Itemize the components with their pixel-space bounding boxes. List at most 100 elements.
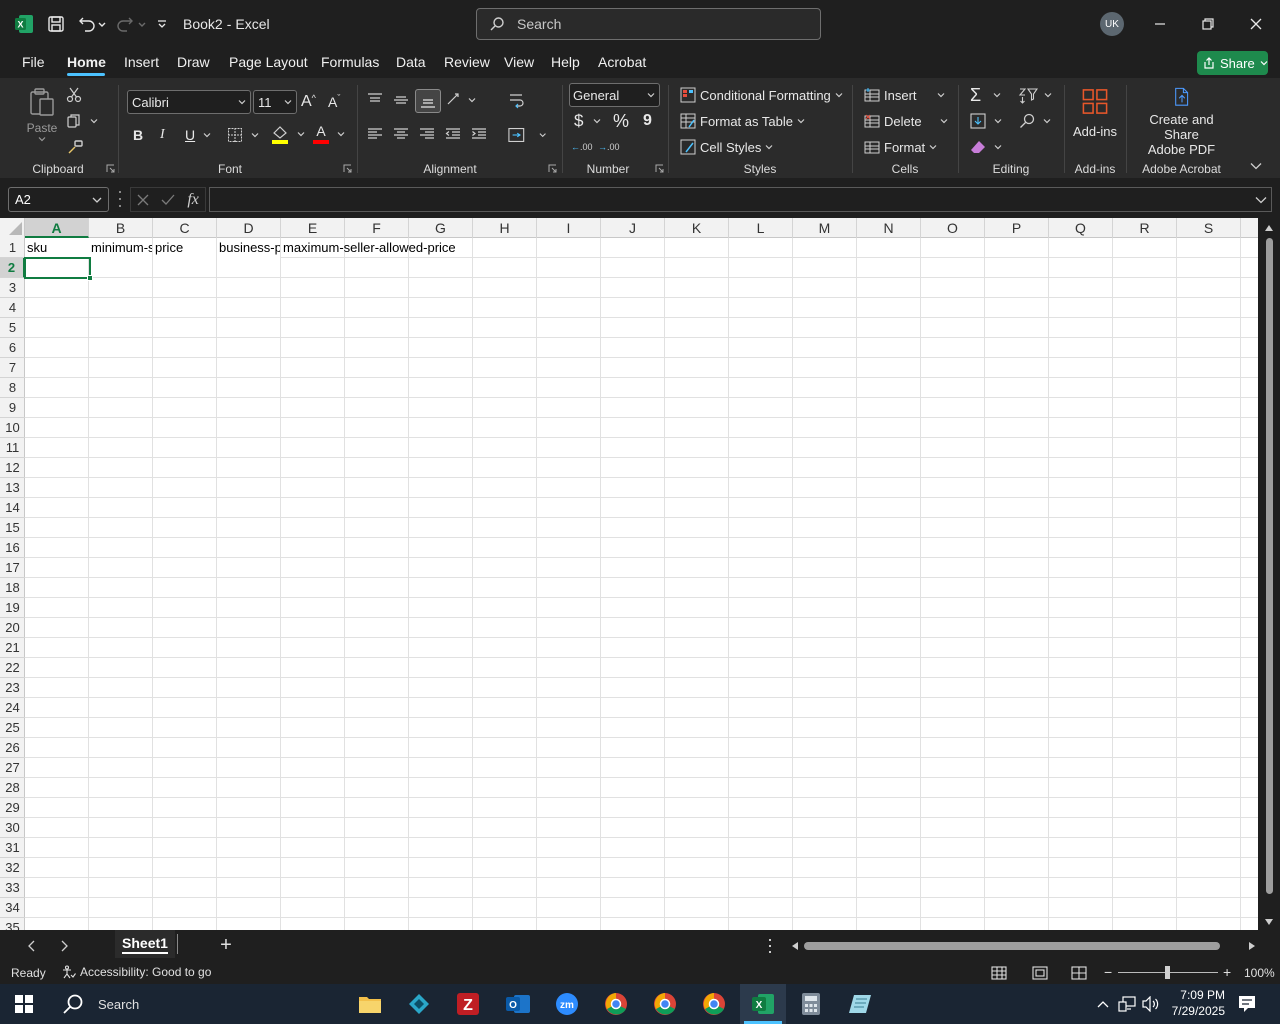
align-right-icon[interactable] bbox=[419, 125, 437, 143]
accessibility-status[interactable]: Accessibility: Good to go bbox=[62, 965, 211, 979]
menu-home[interactable]: Home bbox=[67, 54, 106, 70]
orientation-button[interactable] bbox=[446, 91, 476, 109]
italic-button[interactable]: I bbox=[160, 125, 176, 145]
row-header-27[interactable]: 27 bbox=[0, 758, 25, 778]
taskbar-search[interactable]: Search bbox=[50, 984, 350, 1024]
zoom-slider[interactable] bbox=[1118, 966, 1218, 979]
vertical-scrollbar[interactable] bbox=[1258, 218, 1280, 930]
merge-center-button[interactable] bbox=[508, 125, 546, 145]
column-header-j[interactable]: J bbox=[601, 218, 665, 238]
cell-styles-button[interactable]: Cell Styles bbox=[680, 137, 773, 157]
font-color-button[interactable]: A bbox=[313, 123, 347, 145]
redo-button[interactable] bbox=[114, 12, 148, 36]
increase-decimal-button[interactable]: ← .00 bbox=[571, 137, 593, 157]
align-top-icon[interactable] bbox=[367, 91, 385, 109]
row-header-33[interactable]: 33 bbox=[0, 878, 25, 898]
normal-view-icon[interactable] bbox=[991, 966, 1007, 980]
previous-sheet-icon[interactable] bbox=[27, 940, 37, 952]
row-header-25[interactable]: 25 bbox=[0, 718, 25, 738]
column-header-k[interactable]: K bbox=[665, 218, 729, 238]
clear-button[interactable] bbox=[970, 137, 1004, 157]
alignment-launcher-icon[interactable] bbox=[548, 163, 558, 173]
vertical-scroll-thumb[interactable] bbox=[1266, 238, 1273, 894]
add-sheet-button[interactable]: + bbox=[215, 933, 237, 957]
insert-cells-button[interactable]: Insert bbox=[864, 85, 945, 105]
file-explorer-icon[interactable] bbox=[348, 984, 392, 1024]
row-header-29[interactable]: 29 bbox=[0, 798, 25, 818]
column-header-d[interactable]: D bbox=[217, 218, 281, 238]
number-format-select[interactable]: General bbox=[569, 83, 660, 107]
save-icon[interactable] bbox=[44, 12, 68, 36]
collapse-ribbon-icon[interactable] bbox=[1250, 159, 1264, 173]
customize-toolbar-icon[interactable] bbox=[152, 12, 172, 36]
row-header-18[interactable]: 18 bbox=[0, 578, 25, 598]
format-as-table-button[interactable]: Format as Table bbox=[680, 111, 805, 131]
next-sheet-icon[interactable] bbox=[59, 940, 69, 952]
row-header-31[interactable]: 31 bbox=[0, 838, 25, 858]
copy-icon[interactable] bbox=[66, 111, 106, 131]
notes-app-icon[interactable] bbox=[838, 984, 882, 1024]
fill-button[interactable] bbox=[970, 111, 1004, 131]
find-select-button[interactable] bbox=[1019, 111, 1053, 131]
row-header-34[interactable]: 34 bbox=[0, 898, 25, 918]
wrap-text-icon[interactable] bbox=[508, 91, 528, 111]
tab-split-handle-icon[interactable] bbox=[768, 939, 772, 953]
name-box[interactable]: A2 bbox=[8, 187, 109, 212]
bold-button[interactable]: B bbox=[133, 125, 149, 145]
menu-file[interactable]: File bbox=[22, 54, 45, 70]
column-header-i[interactable]: I bbox=[537, 218, 601, 238]
calculator-icon[interactable] bbox=[789, 984, 833, 1024]
column-header-q[interactable]: Q bbox=[1049, 218, 1113, 238]
increase-font-size-button[interactable]: A ^ bbox=[301, 92, 321, 112]
scroll-down-icon[interactable] bbox=[1264, 918, 1274, 926]
borders-button[interactable] bbox=[227, 125, 261, 145]
minimize-button[interactable] bbox=[1140, 8, 1180, 40]
cut-icon[interactable] bbox=[66, 85, 86, 105]
row-header-16[interactable]: 16 bbox=[0, 538, 25, 558]
search-box[interactable]: Search bbox=[476, 8, 821, 40]
zoom-level[interactable]: 100% bbox=[1244, 966, 1275, 980]
column-header-b[interactable]: B bbox=[89, 218, 153, 238]
row-header-5[interactable]: 5 bbox=[0, 318, 25, 338]
column-header-p[interactable]: P bbox=[985, 218, 1049, 238]
enter-icon[interactable] bbox=[161, 194, 175, 206]
formula-bar-grip-icon[interactable] bbox=[118, 191, 122, 207]
horizontal-scroll-thumb[interactable] bbox=[804, 942, 1220, 950]
select-all-corner[interactable] bbox=[0, 218, 25, 238]
paste-button[interactable]: Paste bbox=[24, 87, 60, 149]
row-header-14[interactable]: 14 bbox=[0, 498, 25, 518]
zoom-out-button[interactable]: − bbox=[1104, 964, 1112, 980]
excel-taskbar-icon[interactable]: X bbox=[740, 984, 786, 1024]
increase-indent-icon[interactable] bbox=[471, 125, 489, 143]
format-painter-icon[interactable] bbox=[66, 137, 86, 157]
align-left-icon[interactable] bbox=[367, 125, 385, 143]
font-launcher-icon[interactable] bbox=[343, 163, 353, 173]
column-header-o[interactable]: O bbox=[921, 218, 985, 238]
row-header-8[interactable]: 8 bbox=[0, 378, 25, 398]
scroll-left-icon[interactable] bbox=[791, 941, 799, 951]
column-header-a[interactable]: A bbox=[25, 218, 89, 238]
zoom-slider-thumb[interactable] bbox=[1165, 966, 1170, 979]
row-header-19[interactable]: 19 bbox=[0, 598, 25, 618]
share-button[interactable]: Share bbox=[1197, 51, 1268, 75]
network-icon[interactable] bbox=[1118, 996, 1136, 1012]
scroll-up-icon[interactable] bbox=[1264, 224, 1274, 232]
column-header-e[interactable]: E bbox=[281, 218, 345, 238]
align-bottom-icon[interactable] bbox=[415, 89, 441, 113]
row-header-1[interactable]: 1 bbox=[0, 238, 25, 258]
cell-e1[interactable]: maximum-seller-allowed-price bbox=[281, 238, 521, 258]
row-header-22[interactable]: 22 bbox=[0, 658, 25, 678]
font-name-select[interactable]: Calibri bbox=[127, 90, 251, 114]
column-header-f[interactable]: F bbox=[345, 218, 409, 238]
expand-formula-bar-icon[interactable] bbox=[1255, 196, 1267, 204]
menu-acrobat[interactable]: Acrobat bbox=[598, 54, 646, 70]
avatar[interactable]: UK bbox=[1100, 12, 1124, 36]
restore-button[interactable] bbox=[1188, 8, 1228, 40]
cell-a1[interactable]: sku bbox=[25, 238, 89, 258]
row-header-24[interactable]: 24 bbox=[0, 698, 25, 718]
cell-b1[interactable]: minimum-seller-allowed-price bbox=[89, 238, 152, 258]
column-header-h[interactable]: H bbox=[473, 218, 537, 238]
row-header-17[interactable]: 17 bbox=[0, 558, 25, 578]
row-header-15[interactable]: 15 bbox=[0, 518, 25, 538]
chrome-icon[interactable] bbox=[692, 984, 736, 1024]
